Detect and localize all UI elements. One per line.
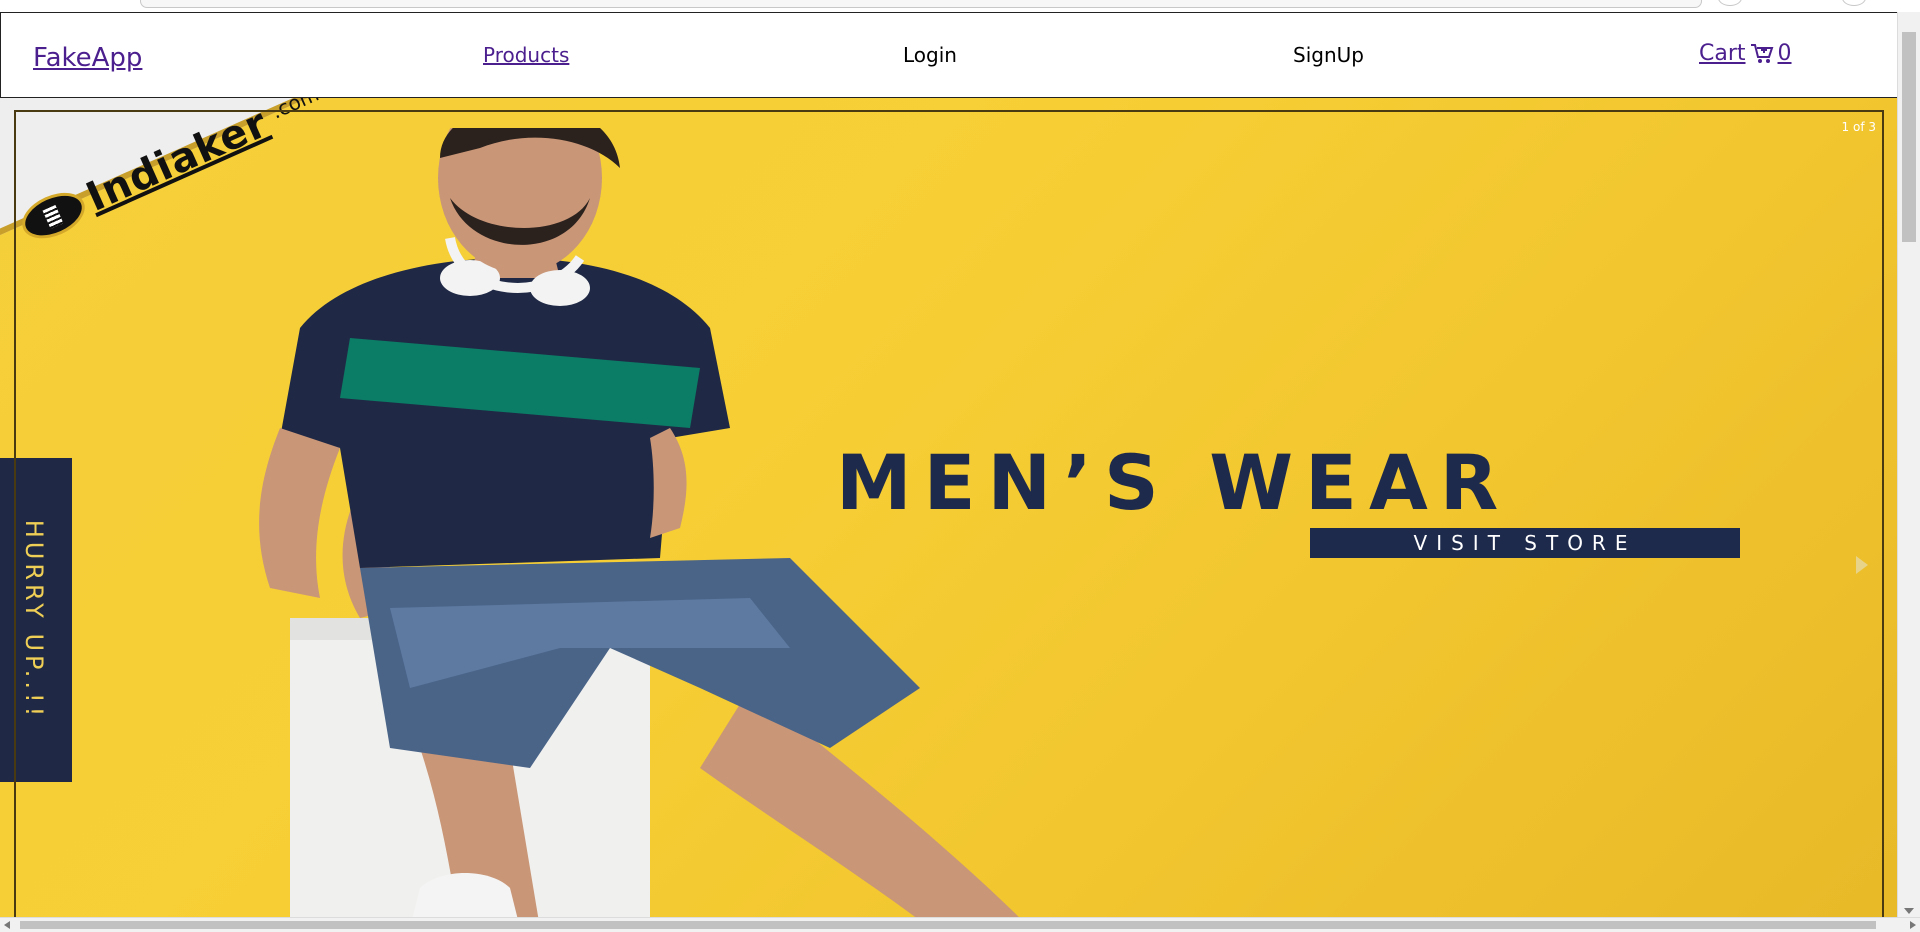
hero-headline: MEN’S WEAR — [836, 438, 1511, 527]
brand-link[interactable]: FakeApp — [33, 43, 142, 73]
nav-cart-link[interactable]: Cart 0 — [1699, 41, 1792, 66]
visit-store-button[interactable]: VISIT STORE — [1310, 528, 1740, 558]
cart-label: Cart — [1699, 41, 1746, 66]
scroll-down-icon[interactable] — [1904, 908, 1914, 914]
vertical-scrollbar[interactable] — [1897, 12, 1920, 918]
hero-carousel[interactable]: Indiaker .com HURRY UP..!! MEN’S WEAR VI… — [0, 98, 1898, 920]
cart-count: 0 — [1777, 41, 1792, 66]
chevron-right-icon[interactable] — [1856, 556, 1868, 574]
hurry-up-tab[interactable]: HURRY UP..!! — [0, 458, 72, 782]
nav-products-link[interactable]: Products — [483, 43, 569, 67]
nav-login-link[interactable]: Login — [903, 43, 957, 67]
address-bar[interactable] — [140, 0, 1702, 8]
horizontal-scrollbar[interactable] — [0, 917, 1920, 932]
browser-control[interactable] — [1842, 0, 1866, 6]
logo-domain: .com — [267, 98, 323, 124]
cart-icon — [1750, 43, 1773, 63]
nav-signup-link[interactable]: SignUp — [1293, 43, 1364, 67]
browser-strip — [0, 0, 1920, 12]
navbar: FakeApp Products Login SignUp Cart 0 — [0, 12, 1898, 98]
horizontal-scroll-thumb[interactable] — [20, 921, 1876, 929]
hurry-up-text: HURRY UP..!! — [20, 519, 48, 721]
page: FakeApp Products Login SignUp Cart 0 Ind… — [0, 0, 1920, 932]
scroll-right-icon[interactable] — [1910, 921, 1916, 929]
browser-control[interactable] — [1718, 0, 1742, 6]
slide-counter: 1 of 3 — [1841, 120, 1876, 134]
scroll-left-icon[interactable] — [4, 921, 10, 929]
vertical-scroll-thumb[interactable] — [1902, 32, 1916, 242]
